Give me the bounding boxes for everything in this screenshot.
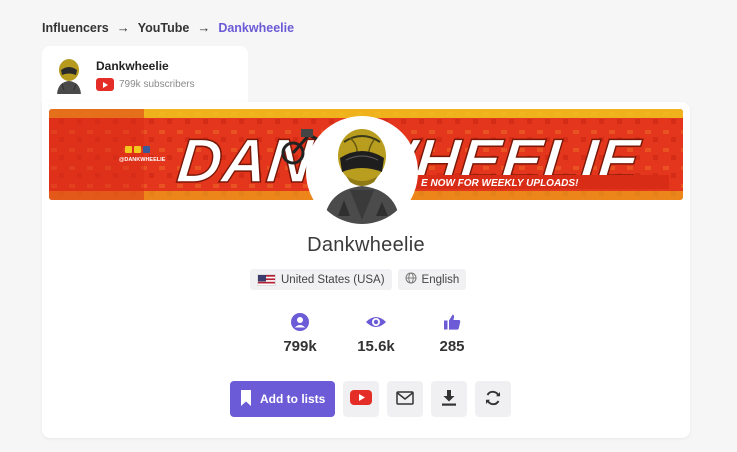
channel-tab[interactable]: Dankwheelie 799k subscribers bbox=[42, 46, 248, 104]
country-label: United States (USA) bbox=[281, 273, 385, 286]
profile-tags: United States (USA) English bbox=[250, 269, 467, 290]
language-label: English bbox=[421, 273, 460, 286]
country-tag: United States (USA) bbox=[250, 269, 392, 290]
channel-name: Dankwheelie bbox=[96, 59, 169, 73]
us-flag-icon bbox=[257, 273, 276, 286]
breadcrumb: Influencers → YouTube → Dankwheelie bbox=[42, 20, 294, 35]
stat-likes: 285 bbox=[414, 312, 490, 355]
action-bar: Add to lists bbox=[230, 381, 512, 417]
breadcrumb-current: Dankwheelie bbox=[218, 20, 295, 35]
stat-value: 15.6k bbox=[357, 338, 395, 355]
stat-views: 15.6k bbox=[338, 312, 414, 355]
language-tag: English bbox=[397, 269, 467, 290]
user-icon bbox=[291, 312, 309, 332]
youtube-channel-button[interactable] bbox=[343, 381, 380, 417]
banner-handle: @DANKWHEELIE bbox=[119, 157, 166, 163]
add-to-lists-label: Add to lists bbox=[260, 392, 326, 406]
add-to-lists-button[interactable]: Add to lists bbox=[230, 381, 336, 417]
channel-stats: 799k 15.6k 285 bbox=[262, 312, 490, 355]
globe-icon bbox=[405, 272, 417, 287]
mail-icon bbox=[396, 390, 415, 408]
bookmark-icon bbox=[240, 389, 252, 409]
refresh-icon bbox=[484, 389, 502, 410]
youtube-icon bbox=[350, 390, 373, 408]
refresh-button[interactable] bbox=[475, 381, 512, 417]
stat-subscribers: 799k bbox=[262, 312, 338, 355]
stat-value: 285 bbox=[439, 338, 465, 355]
thumbs-up-icon bbox=[443, 312, 461, 332]
channel-avatar bbox=[54, 56, 84, 94]
profile-name: Dankwheelie bbox=[307, 234, 425, 256]
email-button[interactable] bbox=[387, 381, 424, 417]
eye-icon bbox=[365, 312, 387, 332]
breadcrumb-separator: → bbox=[197, 20, 211, 35]
download-icon bbox=[442, 389, 457, 409]
banner-tagline: E NOW FOR WEEKLY UPLOADS! bbox=[421, 178, 579, 189]
breadcrumb-influencers[interactable]: Influencers bbox=[42, 21, 109, 35]
youtube-icon bbox=[96, 78, 114, 91]
subscriber-count: 799k subscribers bbox=[119, 79, 195, 90]
download-button[interactable] bbox=[431, 381, 468, 417]
stat-value: 799k bbox=[283, 338, 317, 355]
breadcrumb-separator: → bbox=[116, 20, 130, 35]
profile-card: @DANKWHEELIE DANKWHEELIE E NOW FOR WEEKL… bbox=[42, 102, 690, 438]
profile-avatar bbox=[306, 116, 418, 228]
breadcrumb-youtube[interactable]: YouTube bbox=[138, 21, 190, 35]
